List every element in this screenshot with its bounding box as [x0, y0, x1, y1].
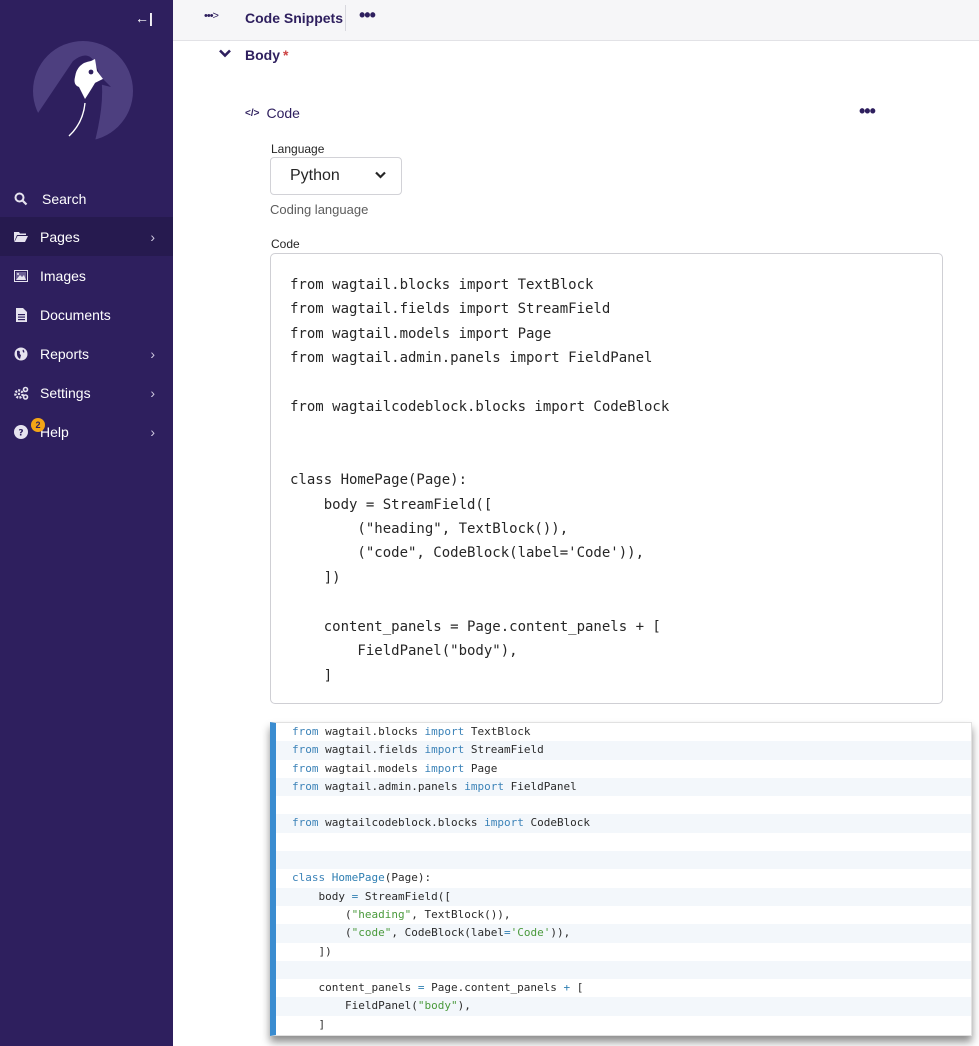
collapse-section-button[interactable]: [219, 46, 231, 61]
sidebar: ←| Search Pages › Images Documents Repor…: [0, 0, 173, 1046]
image-icon: [13, 268, 29, 284]
sidebar-nav: Search Pages › Images Documents Reports …: [0, 180, 173, 451]
block-title: Code: [266, 105, 300, 121]
field-heading-label: Body: [245, 47, 280, 63]
sidebar-item-search[interactable]: Search: [0, 180, 173, 217]
preview-code-line: from wagtail.blocks import TextBlock: [292, 725, 531, 738]
block-actions-button[interactable]: •••: [859, 101, 876, 122]
code-textarea[interactable]: from wagtail.blocks import TextBlock fro…: [270, 253, 943, 704]
preview-code-line: from wagtail.models import Page: [292, 761, 498, 775]
preview-code-line: from wagtailcodeblock.blocks import Code…: [276, 814, 971, 833]
chevron-down-icon: [375, 168, 386, 182]
sidebar-item-help[interactable]: ? 2 Help ›: [0, 412, 173, 451]
preview-code-line: ]: [292, 1017, 326, 1031]
preview-code-line: ("heading", TextBlock()),: [292, 907, 511, 921]
preview-code-line: ]): [292, 944, 332, 958]
sidebar-item-images[interactable]: Images: [0, 256, 173, 295]
cogs-icon: [13, 385, 29, 401]
language-selected-value: Python: [290, 167, 340, 184]
search-icon: [13, 191, 29, 207]
breadcrumb-toggle-button[interactable]: •••>: [204, 10, 219, 22]
wagtail-bird-logo-icon: [33, 41, 133, 141]
preview-code-line: from wagtail.fields import StreamField: [276, 741, 971, 760]
sidebar-item-label: Images: [40, 267, 86, 284]
page-title: Code Snippets: [245, 10, 344, 26]
code-label: Code: [271, 237, 300, 251]
chevron-right-icon: ›: [150, 384, 155, 401]
preview-code-line: ("code", CodeBlock(label='Code')),: [276, 924, 971, 943]
sidebar-item-label: Settings: [40, 384, 91, 401]
preview-code-line: FieldPanel("body"),: [276, 997, 971, 1016]
chevron-right-icon: ›: [150, 345, 155, 362]
wagtail-logo[interactable]: [33, 41, 133, 141]
sidebar-item-reports[interactable]: Reports ›: [0, 334, 173, 373]
collapse-sidebar-icon: ←|: [135, 10, 153, 26]
required-marker: *: [283, 47, 289, 63]
preview-code-line: [276, 851, 971, 870]
language-label: Language: [271, 142, 325, 156]
language-select[interactable]: Python: [270, 157, 402, 195]
code-icon: </>: [245, 107, 260, 119]
sidebar-item-label: Documents: [40, 306, 111, 323]
block-header[interactable]: </> Code: [245, 105, 300, 121]
preview-code-line: [276, 796, 971, 814]
globe-icon: [13, 346, 29, 362]
folder-open-icon: [13, 229, 29, 245]
sidebar-item-label: Pages: [40, 228, 80, 245]
preview-code-line: class HomePage(Page):: [292, 871, 432, 885]
more-actions-button[interactable]: •••: [359, 5, 376, 26]
preview-code-line: [276, 833, 971, 851]
sidebar-item-settings[interactable]: Settings ›: [0, 373, 173, 412]
preview-code-line: [276, 960, 971, 980]
sidebar-item-pages[interactable]: Pages ›: [0, 217, 173, 256]
chevron-right-icon: ›: [150, 423, 155, 440]
preview-code-line: content_panels = Page.content_panels + [: [292, 981, 584, 995]
notification-badge: 2: [31, 417, 45, 432]
page-header: •••> Code Snippets •••: [173, 0, 979, 41]
field-heading-body: Body *: [245, 47, 288, 63]
header-divider: [345, 5, 346, 31]
chevron-down-icon: [219, 49, 231, 58]
sidebar-item-documents[interactable]: Documents: [0, 295, 173, 334]
svg-text:?: ?: [18, 428, 23, 438]
language-help-text: Coding language: [270, 202, 369, 217]
help-icon: ? 2: [13, 417, 45, 440]
collapse-sidebar-button[interactable]: ←|: [134, 8, 154, 28]
preview-code-line: from wagtail.admin.panels import FieldPa…: [276, 777, 971, 797]
chevron-right-icon: ›: [150, 228, 155, 245]
document-icon: [13, 307, 29, 323]
code-preview: from wagtail.blocks import TextBlock from…: [270, 722, 972, 1036]
sidebar-item-label: Reports: [40, 345, 90, 362]
sidebar-item-label: Search: [42, 190, 87, 207]
preview-code-line: body = StreamField([: [276, 887, 971, 906]
